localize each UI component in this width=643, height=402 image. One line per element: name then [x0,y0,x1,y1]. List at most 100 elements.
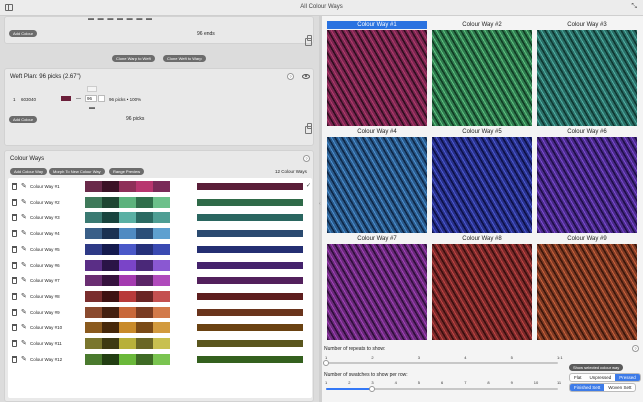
trash-icon[interactable] [12,308,17,316]
colour-swatch[interactable] [102,290,119,302]
pencil-icon[interactable]: ✎ [21,308,27,316]
colour-swatch[interactable] [153,196,170,208]
expand-icon[interactable]: ⤡ [631,3,637,11]
segment-option[interactable]: Pressed [615,374,640,381]
colour-way-row[interactable]: ✎ Colour Way #8 [8,290,312,304]
weft-copy-icon[interactable] [305,123,312,134]
finish-segmented-control[interactable]: Flat Unpressed Pressed [569,373,641,382]
colour-swatch[interactable] [102,181,119,192]
colour-swatch[interactable] [119,322,136,334]
colour-way-thumb-label[interactable]: Colour Way #4 [327,128,427,136]
colour-swatch[interactable] [102,212,119,224]
colour-way-thumbnail[interactable] [327,137,427,233]
colour-way-thumbnail[interactable] [327,244,427,340]
colour-way-thumb-label[interactable]: Colour Way #7 [327,235,427,243]
trash-icon[interactable] [12,214,17,222]
colour-swatch[interactable] [153,322,170,334]
colour-swatch[interactable] [153,290,170,302]
pencil-icon[interactable]: ✎ [21,339,27,347]
colour-swatch[interactable] [102,338,119,349]
colour-way-row[interactable]: ✎ Colour Way #4 [8,227,312,241]
colour-swatch[interactable] [85,259,102,271]
colour-way-thumb-label[interactable]: Colour Way #1 [327,21,427,29]
colour-swatch[interactable] [136,228,153,240]
colour-way-row[interactable]: ✎ Colour Way #9 [8,306,312,320]
colour-swatch[interactable] [136,181,153,192]
trash-icon[interactable] [12,245,17,253]
range-preview-button[interactable]: Range Preview [109,168,145,175]
colour-swatch[interactable] [85,212,102,224]
colour-way-thumb-label[interactable]: Colour Way #9 [537,235,637,243]
pencil-icon[interactable]: ✎ [21,213,27,221]
colour-swatch[interactable] [102,228,119,240]
pencil-icon[interactable]: ✎ [21,261,27,269]
colour-swatch[interactable] [102,259,119,271]
colour-swatch[interactable] [119,306,136,318]
trash-icon[interactable] [12,340,17,347]
colour-swatch[interactable] [119,228,136,240]
colour-swatch[interactable] [153,228,170,240]
colour-swatch[interactable] [136,290,153,302]
colour-swatch[interactable] [102,275,119,287]
colour-way-row[interactable]: ✎ Colour Way #10 [8,321,312,335]
colour-way-row[interactable]: ✎ Colour Way #5 [8,243,312,257]
colour-way-thumbnail[interactable] [327,30,427,126]
colour-swatch[interactable] [102,196,119,208]
colour-way-row[interactable]: ✎ Colour Way #12 [8,353,312,367]
colour-way-row[interactable]: ✎ Colour Way #7 [8,274,312,288]
colour-way-thumbnail[interactable] [537,137,637,233]
colour-way-thumb-label[interactable]: Colour Way #5 [432,128,532,136]
colour-swatch[interactable] [153,338,170,349]
colour-swatch[interactable] [136,306,153,318]
colour-swatch[interactable] [85,196,102,208]
clone-warp-to-weft-button[interactable]: Clone Warp to Weft [112,55,155,62]
trash-icon[interactable] [12,183,17,190]
colour-swatch[interactable] [136,353,153,365]
colour-way-row[interactable]: ✎ Colour Way #3 [8,211,312,225]
repeats-slider-knob[interactable] [323,360,329,366]
colour-swatch[interactable] [153,181,170,192]
colour-swatch[interactable] [85,353,102,365]
colour-way-row[interactable]: ✎ Colour Way #6 [8,259,312,273]
colour-way-thumb-label[interactable]: Colour Way #2 [432,21,532,29]
colour-swatch[interactable] [153,306,170,318]
colour-way-thumbnail[interactable] [432,244,532,340]
colour-swatch[interactable] [85,181,102,192]
colour-way-thumbnail[interactable] [537,30,637,126]
colour-swatch[interactable] [136,196,153,208]
colour-swatch[interactable] [119,196,136,208]
colour-swatch[interactable] [119,259,136,271]
swatches-slider[interactable] [326,386,558,392]
colour-swatch[interactable] [85,275,102,287]
add-colour-way-button[interactable]: Add Colour Way [10,168,47,175]
trash-icon[interactable] [12,198,17,206]
colour-swatch[interactable] [119,181,136,192]
colour-swatch[interactable] [153,353,170,365]
pencil-icon[interactable]: ✎ [21,292,27,300]
trash-icon[interactable] [12,230,17,238]
colour-swatch[interactable] [119,243,136,255]
trash-icon[interactable] [12,324,17,332]
colour-swatch[interactable] [136,275,153,287]
trash-icon[interactable] [12,292,17,300]
warp-add-colour-button[interactable]: Add Colour [9,30,38,37]
morph-colour-way-button[interactable]: Morph To New Colour Way [49,168,105,175]
pencil-icon[interactable]: ✎ [21,182,27,190]
pencil-icon[interactable]: ✎ [21,245,27,253]
pencil-icon[interactable]: ✎ [21,323,27,331]
colour-way-row[interactable]: ✎ Colour Way #11 [8,337,312,351]
colour-swatch[interactable] [136,259,153,271]
colour-swatch[interactable] [85,243,102,255]
weft-help-button[interactable]: ? [287,73,294,80]
colour-swatch[interactable] [119,338,136,349]
colour-way-thumbnail[interactable] [537,244,637,340]
weft-add-colour-button[interactable]: Add Colour [9,116,38,123]
copy-icon[interactable] [305,35,312,46]
colour-swatch[interactable] [102,353,119,365]
swatches-slider-knob[interactable] [369,386,376,392]
segment-option[interactable]: Finished Sett [570,384,605,391]
weft-row-count-field[interactable]: 96 [85,95,97,102]
colour-way-row[interactable]: ✎ Colour Way #2 [8,196,312,210]
eye-icon[interactable] [302,74,310,79]
pencil-icon[interactable]: ✎ [21,355,27,363]
